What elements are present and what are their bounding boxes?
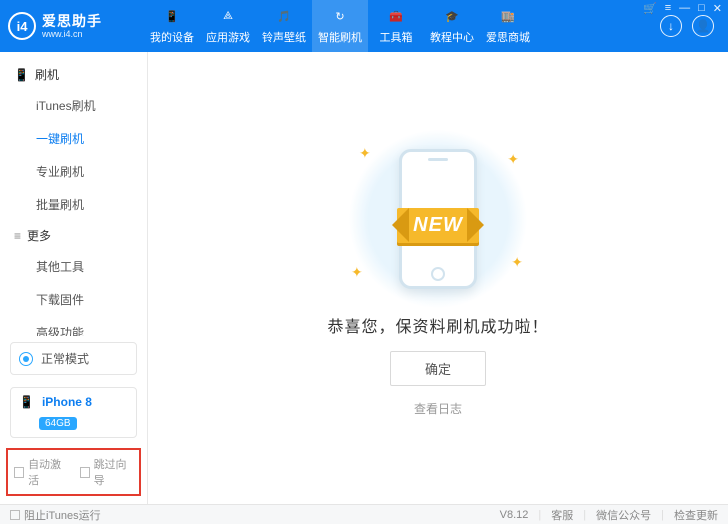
nav-label: 工具箱 [380, 29, 413, 45]
sidebar-item[interactable]: 高级功能 [0, 316, 147, 336]
skip-wizard-label: 跳过向导 [94, 456, 133, 488]
device-icon: 📱 [19, 395, 34, 409]
nav-icon: 🎵 [275, 8, 293, 26]
nav-icon: 🏬 [499, 8, 517, 26]
device-box[interactable]: 📱 iPhone 8 64GB [10, 387, 137, 438]
cart-icon[interactable]: 🛒 [643, 2, 657, 15]
main-panel: ✦ ✦ ✦ ✦ NEW 恭喜您，保资料刷机成功啦！ 确定 查看日志 [148, 52, 728, 504]
success-illustration: ✦ ✦ ✦ ✦ NEW [333, 139, 543, 299]
block-itunes-label: 阻止iTunes运行 [24, 507, 101, 523]
group-icon: ≡ [14, 229, 21, 243]
footer-right: V8.12 | 客服 | 微信公众号 | 检查更新 [500, 507, 718, 523]
sidebar-item[interactable]: 下载固件 [0, 283, 147, 316]
sparkle-icon: ✦ [507, 151, 519, 168]
check-update-link[interactable]: 检查更新 [674, 507, 718, 523]
mode-box[interactable]: 正常模式 [10, 342, 137, 375]
nav-label: 我的设备 [150, 29, 194, 45]
download-button[interactable]: ↓ [660, 15, 682, 37]
version-label: V8.12 [500, 509, 529, 521]
skip-wizard-checkbox[interactable]: 跳过向导 [80, 456, 134, 488]
window-controls: 🛒 ≡ — □ ✕ [643, 2, 722, 15]
nav-label: 爱思商城 [486, 29, 530, 45]
checkbox-icon [10, 510, 20, 520]
maximize-button[interactable]: □ [698, 2, 705, 15]
support-link[interactable]: 客服 [551, 507, 573, 523]
nav-2[interactable]: 🎵 铃声壁纸 [256, 0, 312, 52]
sparkle-icon: ✦ [351, 264, 363, 281]
wechat-link[interactable]: 微信公众号 [596, 507, 651, 523]
sidebar-item[interactable]: 其他工具 [0, 250, 147, 283]
new-ribbon: NEW [397, 208, 479, 243]
storage-badge: 64GB [39, 417, 77, 430]
device-name: iPhone 8 [42, 395, 92, 409]
header-actions: ↓ 👤 [660, 15, 720, 37]
block-itunes-checkbox[interactable]: 阻止iTunes运行 [10, 507, 101, 523]
nav-6[interactable]: 🏬 爱思商城 [480, 0, 536, 52]
mode-indicator-icon [19, 352, 33, 366]
brand-logo-icon: i4 [8, 12, 36, 40]
brand: i4 爱思助手 www.i4.cn [8, 12, 144, 40]
close-button[interactable]: ✕ [713, 2, 722, 15]
nav-label: 智能刷机 [318, 29, 362, 45]
nav-4[interactable]: 🧰 工具箱 [368, 0, 424, 52]
mode-label: 正常模式 [41, 350, 89, 367]
success-message: 恭喜您，保资料刷机成功啦！ [327, 313, 548, 337]
minimize-button[interactable]: — [679, 2, 690, 15]
brand-text: 爱思助手 www.i4.cn [42, 13, 102, 39]
group-label: 更多 [27, 227, 51, 244]
footer: 阻止iTunes运行 V8.12 | 客服 | 微信公众号 | 检查更新 [0, 504, 728, 524]
view-log-link[interactable]: 查看日志 [414, 400, 462, 417]
nav-icon: 🧰 [387, 8, 405, 26]
checkbox-icon [80, 467, 90, 478]
sidebar-item[interactable]: 专业刷机 [0, 155, 147, 188]
user-button[interactable]: 👤 [692, 15, 714, 37]
header: i4 爱思助手 www.i4.cn 📱 我的设备 ⟁ 应用游戏 🎵 铃声壁纸 ↻ 智能刷机 🧰 工… [0, 0, 728, 52]
checkbox-icon [14, 467, 24, 478]
nav-label: 教程中心 [430, 29, 474, 45]
nav-5[interactable]: 🎓 教程中心 [424, 0, 480, 52]
nav-icon: ↻ [331, 8, 349, 26]
nav-icon: 🎓 [443, 8, 461, 26]
sidebar-group-title: ≡ 更多 [0, 221, 147, 250]
nav-icon: ⟁ [219, 8, 237, 26]
sparkle-icon: ✦ [511, 254, 523, 271]
sidebar-item[interactable]: 一键刷机 [0, 122, 147, 155]
nav-0[interactable]: 📱 我的设备 [144, 0, 200, 52]
nav-label: 应用游戏 [206, 29, 250, 45]
sidebar-list: 📱 刷机 iTunes刷机一键刷机专业刷机批量刷机 ≡ 更多其他工具下载固件高级功能 [0, 52, 147, 336]
sidebar-item[interactable]: 批量刷机 [0, 188, 147, 221]
menu-icon[interactable]: ≡ [665, 2, 671, 15]
ok-button[interactable]: 确定 [390, 351, 486, 386]
brand-title: 爱思助手 [42, 13, 102, 29]
nav-icon: 📱 [163, 8, 181, 26]
flash-options: 自动激活 跳过向导 [6, 448, 141, 496]
group-label: 刷机 [35, 66, 59, 83]
sidebar-item[interactable]: iTunes刷机 [0, 89, 147, 122]
nav-label: 铃声壁纸 [262, 29, 306, 45]
auto-activate-checkbox[interactable]: 自动激活 [14, 456, 68, 488]
sidebar: 📱 刷机 iTunes刷机一键刷机专业刷机批量刷机 ≡ 更多其他工具下载固件高级功能 正… [0, 52, 148, 504]
nav-1[interactable]: ⟁ 应用游戏 [200, 0, 256, 52]
sparkle-icon: ✦ [359, 145, 371, 162]
brand-subtitle: www.i4.cn [42, 29, 102, 39]
auto-activate-label: 自动激活 [28, 456, 67, 488]
body: 📱 刷机 iTunes刷机一键刷机专业刷机批量刷机 ≡ 更多其他工具下载固件高级功能 正… [0, 52, 728, 504]
group-icon: 📱 [14, 68, 29, 82]
top-nav: 📱 我的设备 ⟁ 应用游戏 🎵 铃声壁纸 ↻ 智能刷机 🧰 工具箱 🎓 教程中心 🏬 爱思商城 [144, 0, 536, 52]
sidebar-group-title: 📱 刷机 [0, 60, 147, 89]
nav-3[interactable]: ↻ 智能刷机 [312, 0, 368, 52]
